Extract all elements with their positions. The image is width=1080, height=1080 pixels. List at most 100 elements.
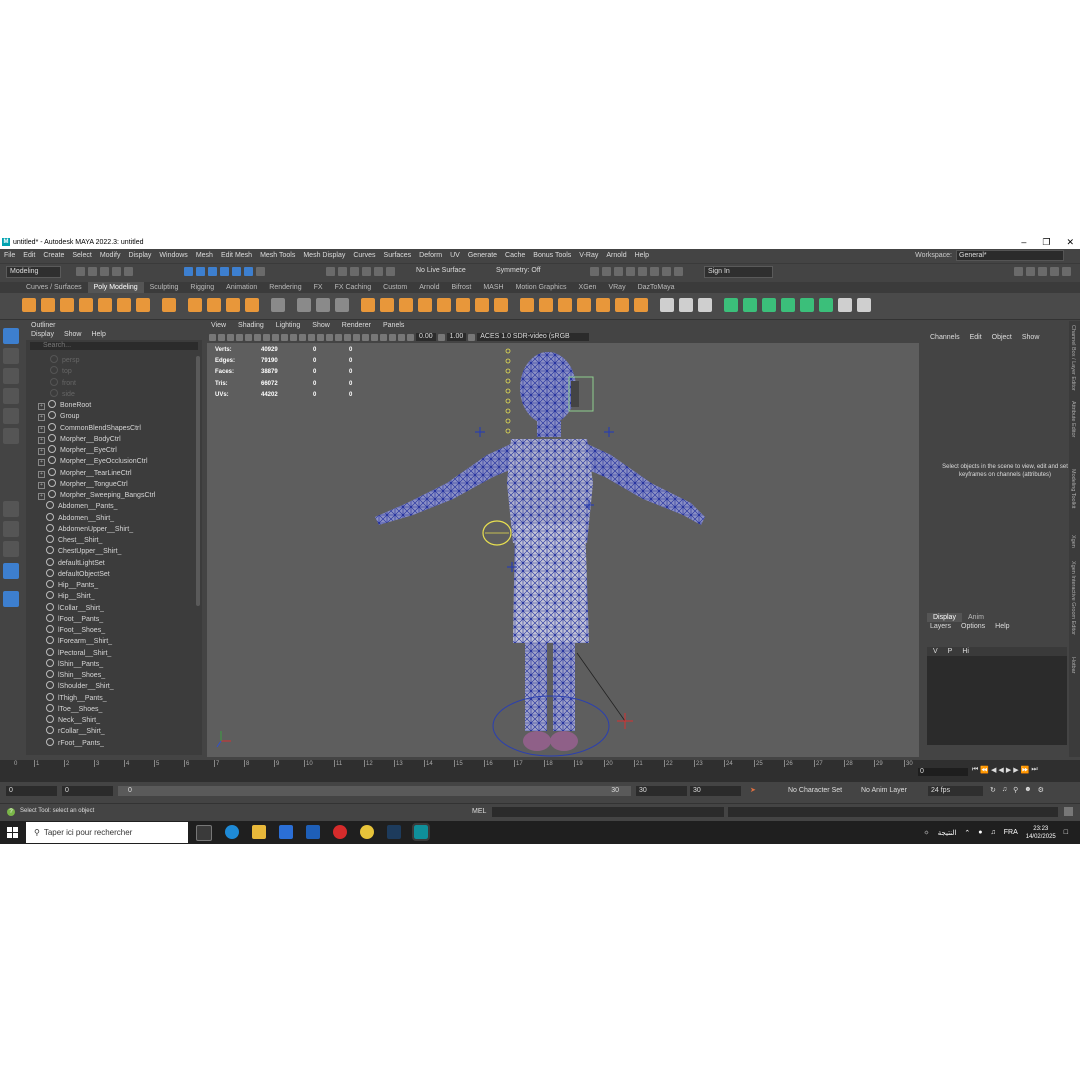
fps-dropdown[interactable]: 24 fps	[928, 786, 983, 796]
shelf-tool-icon[interactable]	[316, 298, 330, 312]
anim-layer-dropdown[interactable]: No Anim Layer	[861, 787, 907, 794]
two-view-icon[interactable]	[3, 541, 19, 557]
script-editor-icon[interactable]	[1064, 807, 1073, 816]
shelf-tool-icon[interactable]	[857, 298, 871, 312]
ambient-occlusion-icon[interactable]	[353, 333, 360, 341]
shelf-tool-icon[interactable]	[79, 298, 93, 312]
outliner-item-front[interactable]: front	[26, 377, 196, 389]
expand-icon[interactable]: +	[38, 414, 45, 422]
outliner-item-group[interactable]: + Morpher__TongueCtrl	[26, 478, 196, 490]
isolate-icon[interactable]	[371, 333, 378, 341]
outliner-item[interactable]: lForearm__Shirt_	[26, 636, 196, 647]
safe-title-icon[interactable]	[299, 333, 306, 341]
outliner-item[interactable]: Hip__Pants_	[26, 580, 196, 591]
select-object-icon[interactable]	[196, 267, 205, 276]
shelf-tab-fx-caching[interactable]: FX Caching	[329, 282, 378, 293]
menu-curves[interactable]: Curves	[349, 252, 379, 259]
move-tool-icon[interactable]	[3, 388, 19, 404]
outliner-item[interactable]: Neck__Shirt_	[26, 715, 196, 726]
tray-widget-text[interactable]: النتيجة	[938, 829, 957, 837]
modeling-toolkit-icon[interactable]	[1014, 267, 1023, 276]
key-icon[interactable]: ⚲	[1013, 786, 1018, 794]
shelf-tool-icon[interactable]	[60, 298, 74, 312]
range-slider[interactable]: 0 30	[118, 786, 631, 796]
outliner-menu-display[interactable]: Display	[31, 330, 54, 340]
bookmark-icon[interactable]	[227, 333, 234, 341]
outliner-layout-icon[interactable]	[3, 563, 19, 579]
taskbar-search-input[interactable]: ⚲ Taper ici pour rechercher	[26, 822, 188, 843]
shelf-tab-vray[interactable]: VRay	[602, 282, 631, 293]
playback-start-field[interactable]: 0	[62, 786, 113, 796]
field-chart-icon[interactable]	[281, 333, 288, 341]
shelf-tool-icon[interactable]	[724, 298, 738, 312]
shelf-tool-icon[interactable]	[41, 298, 55, 312]
outliner-item[interactable]: AbdomenUpper__Shirt_	[26, 523, 196, 535]
menu-edit[interactable]: Edit	[19, 252, 39, 259]
character-icon[interactable]: ☻	[1024, 786, 1031, 794]
restore-icon[interactable]: ❐	[1042, 235, 1050, 249]
outliner-item[interactable]: Hip__Shirt_	[26, 591, 196, 602]
menu-select[interactable]: Select	[68, 252, 95, 259]
viewport-menu-panels[interactable]: Panels	[377, 321, 410, 331]
render-icon[interactable]	[590, 267, 599, 276]
shelf-tool-icon[interactable]	[437, 298, 451, 312]
shelf-tool-icon[interactable]	[494, 298, 508, 312]
auto-key-icon[interactable]: ➤	[750, 786, 756, 794]
snap-curve-icon[interactable]	[338, 267, 347, 276]
expand-icon[interactable]: +	[38, 481, 45, 489]
safe-action-icon[interactable]	[290, 333, 297, 341]
shelf-tab-bifrost[interactable]: Bifrost	[446, 282, 478, 293]
shelf-tool-icon[interactable]	[660, 298, 674, 312]
menu-cache[interactable]: Cache	[501, 252, 529, 259]
shelf-tool-icon[interactable]	[698, 298, 712, 312]
viewport-menu-view[interactable]: View	[205, 321, 232, 331]
hypershade-icon[interactable]	[626, 267, 635, 276]
current-frame-field[interactable]: 0	[918, 768, 968, 776]
shelf-tool-icon[interactable]	[819, 298, 833, 312]
shelf-tab-poly-modeling[interactable]: Poly Modeling	[87, 282, 144, 293]
outliner-item[interactable]: Chest__Shirt_	[26, 535, 196, 546]
rotate-tool-icon[interactable]	[3, 408, 19, 424]
color-management-icon[interactable]	[468, 333, 476, 341]
network-icon[interactable]: ●	[978, 829, 982, 836]
menu-display[interactable]: Display	[124, 252, 155, 259]
close-icon[interactable]: ✕	[1066, 235, 1074, 249]
arnold-render-icon[interactable]	[638, 267, 647, 276]
shelf-tab-motion-graphics[interactable]: Motion Graphics	[510, 282, 573, 293]
channel-box-icon[interactable]	[1062, 267, 1071, 276]
step-forward-key-icon[interactable]: ⏩	[1021, 766, 1030, 774]
outliner-menu-show[interactable]: Show	[64, 330, 82, 340]
viewport-menu-lighting[interactable]: Lighting	[270, 321, 307, 331]
exposure-field[interactable]: 0.00	[416, 333, 436, 341]
shelf-tool-icon[interactable]	[781, 298, 795, 312]
exposure-icon[interactable]	[407, 333, 414, 341]
shelf-tool-icon[interactable]	[98, 298, 112, 312]
outliner-item[interactable]: Abdomen__Shirt_	[26, 512, 196, 524]
save-scene-icon[interactable]	[100, 267, 109, 276]
paint-select-icon[interactable]	[3, 368, 19, 384]
language-indicator[interactable]: FRA	[1004, 829, 1018, 836]
outliner-item-group[interactable]: + CommonBlendShapesCtrl	[26, 422, 196, 434]
camera-attr-icon[interactable]	[218, 333, 225, 341]
shelf-tab-xgen[interactable]: XGen	[573, 282, 603, 293]
gamma-icon[interactable]	[437, 333, 445, 341]
render-settings-icon[interactable]	[614, 267, 623, 276]
shelf-tab-arnold[interactable]: Arnold	[413, 282, 445, 293]
menu-mesh[interactable]: Mesh	[192, 252, 217, 259]
play-icon[interactable]	[662, 267, 671, 276]
photoshop-icon[interactable]	[387, 825, 401, 839]
3d-viewport[interactable]: Verts: 40929 0 0 Edges: 79190 0 0 Faces: 38879 0 0 T…	[207, 343, 919, 757]
camera-icon[interactable]	[209, 333, 216, 341]
live-surface-label[interactable]: No Live Surface	[416, 267, 466, 274]
smooth-shade-icon[interactable]	[317, 333, 324, 341]
outliner-item[interactable]: lShin__Pants_	[26, 658, 196, 670]
outliner-item[interactable]: lFoot__Shoes_	[26, 625, 196, 636]
shelf-tool-icon[interactable]	[418, 298, 432, 312]
open-scene-icon[interactable]	[88, 267, 97, 276]
clock[interactable]: 23:23 14/02/2025	[1026, 825, 1056, 841]
menu-arnold[interactable]: Arnold	[602, 252, 630, 259]
vertical-tab-attribute-editor[interactable]: Attribute Editor	[1070, 401, 1076, 437]
pause-icon[interactable]	[674, 267, 683, 276]
minimize-icon[interactable]: –	[1021, 235, 1026, 249]
tool-settings-icon[interactable]	[1050, 267, 1059, 276]
